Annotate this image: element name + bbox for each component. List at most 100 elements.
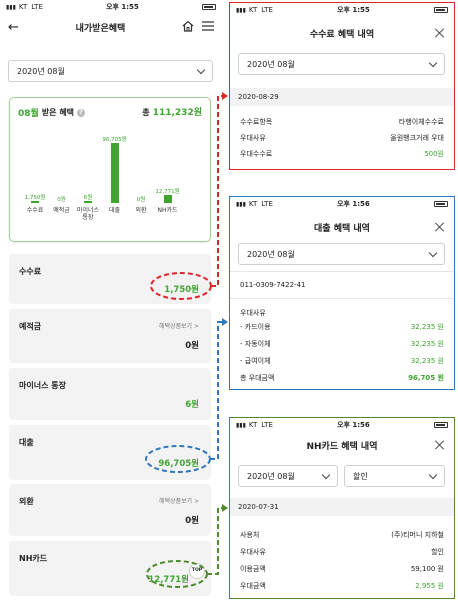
month-select[interactable]: 2020년 08월 bbox=[238, 243, 445, 265]
loan-detail-rows: - 카드이용 32,235 원 - 자동이체 32,235 원 - 급여이체 32,2… bbox=[230, 318, 454, 386]
arrowhead-fee bbox=[222, 92, 228, 100]
nh-card-benefit-panel: ▮▮▮ KT LTE 오후 1:56 NH카드 혜택 내역 2020년 08월 … bbox=[229, 417, 455, 599]
detail-row: 우대금액 2,955 원 bbox=[230, 577, 454, 594]
panel-title: 수수료 혜택 내역 bbox=[309, 30, 375, 40]
chart-bar bbox=[31, 201, 39, 203]
row-key: - 급여이체 bbox=[240, 356, 271, 365]
carrier: KT bbox=[18, 3, 28, 11]
category-label: 외환 bbox=[19, 497, 34, 506]
detail-row: 이용금액 59,100 원 bbox=[230, 560, 454, 577]
network: LTE bbox=[261, 6, 273, 14]
chart-value-label: 6원 bbox=[83, 195, 93, 201]
category-savings[interactable]: 예적금 혜택상품보기 > 0원 bbox=[9, 309, 211, 363]
close-icon[interactable] bbox=[434, 222, 444, 232]
total-prefix: 총 bbox=[142, 108, 150, 117]
chart-category-label: 대출 bbox=[108, 207, 121, 214]
loan-benefit-panel: ▮▮▮ KT LTE 오후 1:56 대출 혜택 내역 2020년 08월 01… bbox=[229, 196, 455, 390]
row-key: - 카드이용 bbox=[240, 322, 271, 331]
battery-icon bbox=[434, 422, 448, 428]
info-icon[interactable]: ? bbox=[77, 108, 86, 117]
month-select[interactable]: 2020년 08월 bbox=[8, 60, 213, 82]
category-nh-card[interactable]: NH카드 12,771원 TOP bbox=[9, 541, 211, 596]
clock: 오후 1:55 bbox=[337, 6, 370, 14]
row-value: 32,235 원 bbox=[410, 322, 444, 331]
detail-row: 사용처 (주)티머니 지하철 bbox=[230, 526, 454, 543]
reason-label: 우대사유 bbox=[240, 309, 266, 317]
date-header: 2020-08-29 bbox=[230, 88, 454, 106]
detail-row: 총 우대금액 96,705 원 bbox=[230, 369, 454, 386]
chart-category-label: 예적금 bbox=[53, 207, 70, 214]
detail-row: - 자동이체 32,235 원 bbox=[230, 335, 454, 352]
category-minus-account[interactable]: 마이너스 통장 6원 bbox=[9, 368, 211, 420]
chart-category-label: 수수료 bbox=[26, 207, 44, 214]
hamburger-icon[interactable] bbox=[202, 21, 214, 33]
signal-icon: ▮▮▮ bbox=[236, 200, 246, 208]
benefit-bar-chart: 1,750원 수수료 0원 예적금 6원 마이너스 통장 96,705원 대출 0원 외환 12,7… bbox=[10, 128, 212, 238]
row-key: 우대사유 bbox=[240, 134, 266, 142]
fee-benefit-panel: ▮▮▮ KT LTE 오후 1:55 수수료 혜택 내역 2020년 08월 2… bbox=[229, 2, 455, 170]
category-label: NH카드 bbox=[19, 554, 48, 563]
signal-icon: ▮▮▮ bbox=[6, 3, 16, 11]
category-fee[interactable]: 수수료 1,750원 bbox=[9, 254, 211, 304]
row-value: 500원 bbox=[424, 150, 444, 158]
summary-label: 받은 혜택 bbox=[41, 108, 75, 117]
chevron-down-icon bbox=[428, 470, 438, 479]
total-amount: 111,232원 bbox=[152, 108, 202, 118]
row-key: 총 우대금액 bbox=[240, 373, 275, 382]
category-amount: 0원 bbox=[185, 516, 199, 526]
summary-card: 08월 받은 혜택 ? 총 111,232원 1,750원 수수료 0원 예적금 6원 마… bbox=[9, 97, 211, 242]
category-amount: 12,771원 bbox=[148, 575, 189, 585]
row-value: 할인 bbox=[431, 547, 444, 556]
month-select[interactable]: 2020년 08월 bbox=[238, 465, 338, 487]
close-icon[interactable] bbox=[434, 28, 444, 38]
category-amount: 96,705원 bbox=[158, 459, 199, 469]
category-loan[interactable]: 대출 96,705원 bbox=[9, 425, 211, 480]
chart-value-label: 0원 bbox=[136, 197, 146, 203]
status-bar: ▮▮▮ KT LTE 오후 1:55 bbox=[0, 0, 222, 14]
network: LTE bbox=[31, 3, 43, 11]
carrier: KT bbox=[248, 6, 258, 14]
status-bar: ▮▮▮ KT LTE 오후 1:55 bbox=[230, 3, 454, 17]
arrowhead-loan bbox=[222, 318, 228, 326]
back-arrow-icon[interactable]: ← bbox=[8, 20, 19, 35]
arrowhead-card bbox=[222, 504, 228, 512]
app-bar: ← 내가받은혜택 bbox=[0, 14, 222, 40]
detail-row: - 카드이용 32,235 원 bbox=[230, 318, 454, 335]
card-detail-rows: 사용처 (주)티머니 지하철 우대사유 할인 이용금액 59,100 원 우대금액 2,… bbox=[230, 526, 454, 594]
page-title: 내가받은혜택 bbox=[75, 23, 126, 34]
clock: 오후 1:56 bbox=[337, 200, 370, 208]
chevron-down-icon bbox=[196, 65, 206, 74]
month-select-value: 2020년 08월 bbox=[247, 249, 295, 259]
month-select-value: 2020년 08월 bbox=[17, 66, 65, 76]
battery-icon bbox=[434, 7, 448, 13]
row-value: 2,955 원 bbox=[415, 581, 444, 590]
category-label: 수수료 bbox=[19, 267, 42, 276]
network: LTE bbox=[261, 200, 273, 208]
row-key: 우대수수료 bbox=[240, 150, 273, 158]
row-value: (주)티머니 지하철 bbox=[391, 530, 444, 539]
battery-icon bbox=[434, 201, 448, 207]
chart-category-label: 외환 bbox=[135, 207, 147, 214]
benefit-products-link[interactable]: 혜택상품보기 > bbox=[159, 321, 199, 330]
type-select[interactable]: 할인 bbox=[344, 465, 445, 487]
row-value: 32,235 원 bbox=[410, 356, 444, 365]
month-select[interactable]: 2020년 08월 bbox=[238, 53, 445, 75]
chevron-down-icon bbox=[321, 470, 331, 479]
chart-bar bbox=[110, 143, 119, 203]
month-select-value: 2020년 08월 bbox=[247, 471, 295, 481]
row-key: 이용금액 bbox=[240, 564, 266, 573]
divider bbox=[230, 298, 454, 299]
top-button[interactable]: TOP bbox=[189, 563, 205, 579]
home-icon[interactable] bbox=[182, 20, 194, 34]
category-forex[interactable]: 외환 혜택상품보기 > 0원 bbox=[9, 484, 211, 536]
close-icon[interactable] bbox=[434, 440, 444, 450]
panel-title: 대출 혜택 내역 bbox=[314, 224, 370, 234]
chart-bar bbox=[163, 195, 172, 203]
category-amount: 1,750원 bbox=[164, 285, 199, 295]
row-value: 59,100 원 bbox=[410, 564, 444, 573]
row-key: 수수료항목 bbox=[240, 118, 273, 126]
chart-value-label: 0원 bbox=[57, 197, 66, 203]
fee-detail-rows: 수수료항목 타행이체수수료 우대사유 올원뱅크거래 우대 우대수수료 500원 bbox=[230, 114, 454, 162]
row-key: - 자동이체 bbox=[240, 339, 271, 348]
benefit-products-link[interactable]: 혜택상품보기 > bbox=[159, 496, 199, 505]
